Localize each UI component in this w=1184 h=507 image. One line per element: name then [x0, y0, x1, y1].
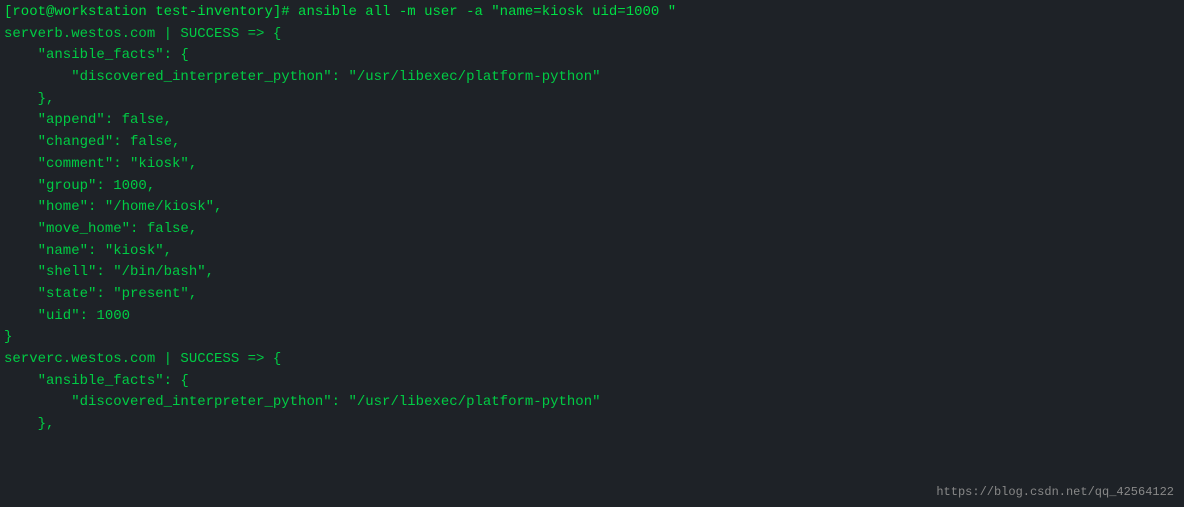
- terminal-line: [root@workstation test-inventory]# ansib…: [0, 2, 1184, 24]
- line-text: "discovered_interpreter_python": "/usr/l…: [4, 394, 601, 410]
- terminal-line: "discovered_interpreter_python": "/usr/l…: [0, 392, 1184, 414]
- terminal-line: "ansible_facts": {: [0, 45, 1184, 67]
- terminal-line: "uid": 1000: [0, 306, 1184, 328]
- terminal-line: "group": 1000,: [0, 176, 1184, 198]
- terminal-line: "changed": false,: [0, 132, 1184, 154]
- line-text: "home": "/home/kiosk",: [4, 199, 222, 215]
- terminal-line: "state": "present",: [0, 284, 1184, 306]
- terminal-line: "discovered_interpreter_python": "/usr/l…: [0, 67, 1184, 89]
- terminal-line: serverc.westos.com | SUCCESS => {: [0, 349, 1184, 371]
- line-text: "state": "present",: [4, 286, 197, 302]
- line-text: "uid": 1000: [4, 308, 130, 324]
- terminal-line: "append": false,: [0, 110, 1184, 132]
- terminal-line: "home": "/home/kiosk",: [0, 197, 1184, 219]
- line-text: serverc.westos.com | SUCCESS => {: [4, 351, 281, 367]
- terminal-line: "name": "kiosk",: [0, 241, 1184, 263]
- terminal-line: },: [0, 89, 1184, 111]
- line-text: },: [4, 416, 54, 432]
- line-text: "name": "kiosk",: [4, 243, 172, 259]
- terminal-line: "move_home": false,: [0, 219, 1184, 241]
- watermark: https://blog.csdn.net/qq_42564122: [936, 485, 1174, 499]
- line-text: "group": 1000,: [4, 178, 155, 194]
- terminal-line: "ansible_facts": {: [0, 371, 1184, 393]
- terminal-line: serverb.westos.com | SUCCESS => {: [0, 24, 1184, 46]
- line-text: "shell": "/bin/bash",: [4, 264, 214, 280]
- line-text: [root@workstation test-inventory]# ansib…: [4, 4, 676, 20]
- line-text: "append": false,: [4, 112, 172, 128]
- line-text: "ansible_facts": {: [4, 373, 189, 389]
- line-text: "comment": "kiosk",: [4, 156, 197, 172]
- line-text: }: [4, 329, 12, 345]
- line-text: serverb.westos.com | SUCCESS => {: [4, 26, 281, 42]
- terminal-line: "shell": "/bin/bash",: [0, 262, 1184, 284]
- line-text: "ansible_facts": {: [4, 47, 189, 63]
- terminal-window: [root@workstation test-inventory]# ansib…: [0, 0, 1184, 507]
- line-text: "changed": false,: [4, 134, 180, 150]
- line-text: "discovered_interpreter_python": "/usr/l…: [4, 69, 601, 85]
- terminal-line: }: [0, 327, 1184, 349]
- terminal-output: [root@workstation test-inventory]# ansib…: [0, 2, 1184, 436]
- line-text: "move_home": false,: [4, 221, 197, 237]
- terminal-line: },: [0, 414, 1184, 436]
- terminal-line: "comment": "kiosk",: [0, 154, 1184, 176]
- line-text: },: [4, 91, 54, 107]
